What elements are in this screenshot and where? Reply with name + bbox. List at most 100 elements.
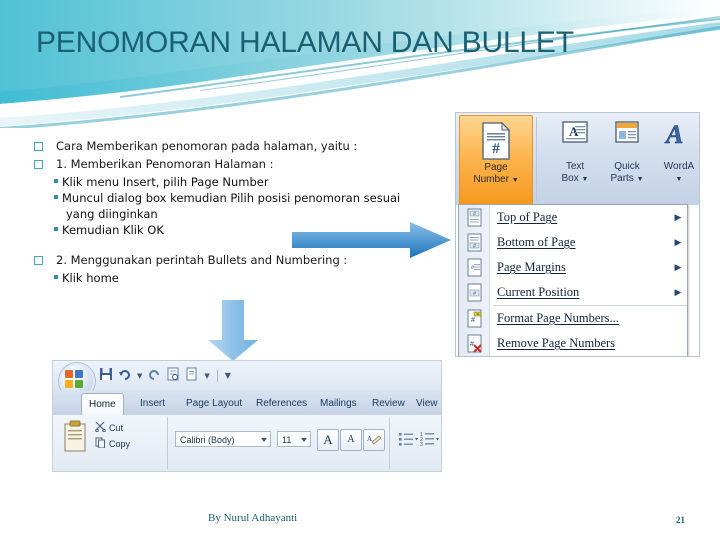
menu-label: Format Page Numbers... bbox=[497, 311, 619, 325]
menu-label: Page Margins bbox=[497, 260, 566, 274]
font-name-input[interactable]: Calibri (Body) bbox=[175, 431, 271, 447]
square-bullet-icon bbox=[34, 160, 43, 169]
page-number-button[interactable]: # Page Number ▼ bbox=[459, 115, 533, 205]
menu-item-page-margins[interactable]: # Page Margins ▶ bbox=[459, 255, 687, 280]
wordart-button[interactable]: A WordA ▼ bbox=[648, 119, 699, 186]
font-size-input[interactable]: 11 bbox=[277, 431, 311, 447]
page-number-button-label-2: Number ▼ bbox=[473, 174, 519, 185]
svg-text:#: # bbox=[492, 141, 500, 157]
menu-item-bottom-of-page[interactable]: # Bottom of Page ▶ bbox=[459, 230, 687, 255]
qat-caret-icon[interactable]: ▼ bbox=[204, 372, 209, 380]
ribbon-group-separator bbox=[389, 417, 390, 469]
tab-view[interactable]: View bbox=[409, 393, 441, 415]
tab-review[interactable]: Review bbox=[365, 393, 412, 415]
bullet-level2: Muncul dialog box kemudian Pilih posisi … bbox=[32, 190, 462, 206]
submenu-arrow-icon: ▶ bbox=[674, 287, 682, 298]
bullet-level1: Cara Memberikan penomoran pada halaman, … bbox=[32, 138, 462, 155]
copy-button[interactable]: Copy bbox=[95, 437, 130, 450]
save-icon[interactable] bbox=[99, 366, 113, 385]
footer-page-number: 21 bbox=[676, 515, 685, 525]
word-page-number-screenshot: # Page Number ▼ A Text Box ▼ Quick Parts… bbox=[455, 112, 700, 357]
svg-text:#: # bbox=[471, 317, 475, 324]
redo-icon[interactable] bbox=[147, 366, 161, 385]
font-name-value: Calibri (Body) bbox=[180, 435, 235, 445]
bullet-level2: Klik home bbox=[32, 270, 462, 286]
svg-text:3: 3 bbox=[420, 442, 423, 448]
tab-insert[interactable]: Insert bbox=[133, 393, 172, 415]
ribbon-group-separator bbox=[536, 117, 537, 201]
bullet-text: Muncul dialog box kemudian Pilih posisi … bbox=[62, 191, 401, 205]
bullets-button[interactable] bbox=[397, 429, 419, 449]
menu-item-remove-page-numbers[interactable]: # Remove Page Numbers bbox=[459, 331, 687, 356]
word-home-ribbon-screenshot: ▼ ▼ ▼ Home Insert Page Layout References… bbox=[52, 360, 442, 472]
bullet-text: Kemudian Klik OK bbox=[62, 223, 164, 237]
paste-clipboard-icon[interactable] bbox=[63, 420, 89, 454]
bullet-text: 1. Memberikan Penomoran Halaman : bbox=[56, 157, 274, 171]
bullet-level1: 1. Memberikan Penomoran Halaman : bbox=[32, 156, 462, 173]
chevron-down-icon[interactable] bbox=[261, 438, 267, 442]
format-page-numbers-icon: # bbox=[459, 309, 489, 328]
numbering-button[interactable]: 123 bbox=[419, 429, 441, 449]
undo-caret-icon[interactable]: ▼ bbox=[137, 372, 142, 380]
print-preview-icon[interactable] bbox=[166, 366, 180, 385]
remove-page-numbers-icon: # bbox=[459, 334, 489, 353]
bullet-text: Cara Memberikan penomoran pada halaman, … bbox=[56, 139, 358, 153]
square-bullet-icon bbox=[34, 256, 43, 265]
square-bullet-icon bbox=[34, 142, 43, 151]
page-title: PENOMORAN HALAMAN DAN BULLET bbox=[36, 26, 574, 59]
svg-text:#: # bbox=[473, 212, 476, 218]
ribbon-content: Cut Copy Calibri (Body) 11 A A A 123 bbox=[53, 415, 441, 471]
new-doc-icon[interactable] bbox=[185, 366, 199, 385]
small-square-bullet-icon bbox=[54, 275, 58, 279]
tab-references[interactable]: References bbox=[249, 393, 314, 415]
svg-text:A: A bbox=[367, 435, 372, 443]
multilevel-list-button[interactable] bbox=[441, 429, 442, 449]
menu-item-top-of-page[interactable]: # Top of Page ▶ bbox=[459, 205, 687, 230]
cut-button[interactable]: Cut bbox=[95, 421, 123, 434]
page-number-button-label-1: Page bbox=[484, 162, 508, 173]
wordart-caret: ▼ bbox=[675, 176, 683, 183]
svg-text:#: # bbox=[470, 341, 474, 348]
menu-label: Remove Page Numbers bbox=[497, 336, 616, 350]
bullet-text: yang diinginkan bbox=[66, 207, 158, 221]
menu-label: Top of Page bbox=[497, 210, 558, 224]
shrink-font-button[interactable]: A bbox=[340, 429, 362, 451]
ribbon-group-separator bbox=[167, 417, 168, 469]
copy-label: Copy bbox=[109, 438, 131, 449]
bullet-level1: 2. Menggunakan perintah Bullets and Numb… bbox=[32, 252, 462, 269]
bullet-level2: Klik menu Insert, pilih Page Number bbox=[32, 174, 462, 190]
tab-page-layout[interactable]: Page Layout bbox=[179, 393, 249, 415]
chevron-down-icon[interactable] bbox=[301, 438, 307, 442]
menu-item-current-position[interactable]: # Current Position ▶ bbox=[459, 280, 687, 305]
bullet-level2-continuation: yang diinginkan bbox=[32, 206, 462, 222]
current-position-icon: # bbox=[459, 283, 489, 302]
bottom-of-page-icon: # bbox=[459, 233, 489, 252]
wordart-label: WordA bbox=[663, 161, 695, 172]
qat-overflow-icon[interactable]: ▼ bbox=[225, 371, 231, 380]
undo-icon[interactable] bbox=[118, 366, 132, 385]
top-of-page-icon: # bbox=[459, 208, 489, 227]
bullet-text: Klik home bbox=[62, 271, 119, 285]
svg-text:#: # bbox=[473, 243, 476, 249]
cut-label: Cut bbox=[109, 422, 124, 433]
copy-icon bbox=[95, 437, 106, 450]
qat-divider bbox=[216, 369, 218, 382]
small-square-bullet-icon bbox=[54, 227, 58, 231]
bullet-text: Klik menu Insert, pilih Page Number bbox=[62, 175, 269, 189]
slide-header-decoration bbox=[0, 0, 720, 128]
submenu-arrow-icon: ▶ bbox=[674, 237, 682, 248]
clear-formatting-button[interactable]: A bbox=[363, 429, 385, 451]
menu-item-format-page-numbers[interactable]: # Format Page Numbers... bbox=[459, 306, 687, 331]
submenu-arrow-icon: ▶ bbox=[674, 262, 682, 273]
small-square-bullet-icon bbox=[54, 195, 58, 199]
tab-mailings[interactable]: Mailings bbox=[313, 393, 364, 415]
submenu-arrow-icon: ▶ bbox=[674, 212, 682, 223]
small-square-bullet-icon bbox=[54, 179, 58, 183]
tab-home[interactable]: Home bbox=[81, 393, 124, 416]
font-size-value: 11 bbox=[282, 435, 292, 445]
bullet-text: 2. Menggunakan perintah Bullets and Numb… bbox=[56, 253, 348, 267]
slide-body: Cara Memberikan penomoran pada halaman, … bbox=[32, 138, 462, 286]
grow-font-button[interactable]: A bbox=[317, 429, 339, 451]
svg-text:A: A bbox=[664, 120, 683, 149]
